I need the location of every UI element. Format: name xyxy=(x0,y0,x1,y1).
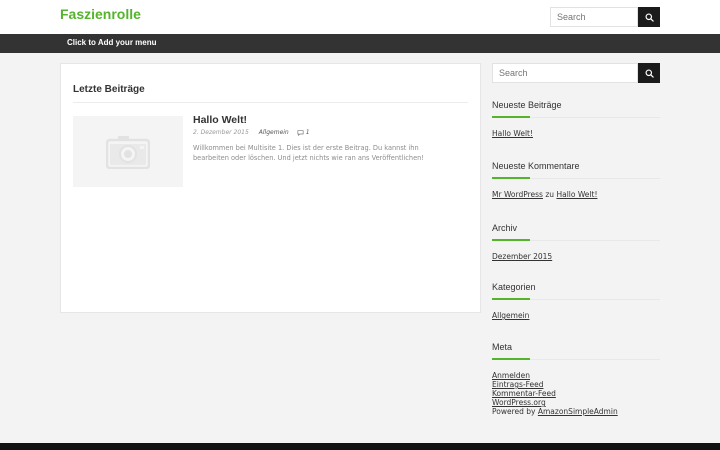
post-thumbnail[interactable] xyxy=(73,116,183,187)
post-date-link[interactable]: 2. Dezember 2015 xyxy=(193,129,249,136)
recent-post-link[interactable]: Hallo Welt! xyxy=(492,129,660,138)
widget-recent-comments: Neueste Kommentare Mr WordPress zu Hallo… xyxy=(492,161,660,199)
search-icon xyxy=(644,68,654,78)
widget-title: Archiv xyxy=(492,223,518,233)
meta-entries-feed-link[interactable]: Eintrags-Feed xyxy=(492,380,660,389)
header-search-button[interactable] xyxy=(638,7,660,27)
widget-divider xyxy=(492,239,660,241)
site-header: Faszienrolle xyxy=(0,0,720,34)
widget-categories: Kategorien Allgemein xyxy=(492,282,660,320)
comment-connector: zu xyxy=(545,190,555,199)
post-meta: 2. Dezember 2015 Allgemein 1 xyxy=(193,129,310,136)
comment-icon xyxy=(297,129,304,136)
section-divider xyxy=(73,102,468,103)
widget-recent-posts: Neueste Beiträge Hallo Welt! xyxy=(492,100,660,138)
recent-comment-entry: Mr WordPress zu Hallo Welt! xyxy=(492,190,660,199)
widget-divider xyxy=(492,358,660,360)
recent-posts-panel: Letzte Beiträge Hallo Welt! 2. Dezember … xyxy=(60,63,481,313)
meta-wordpress-link[interactable]: WordPress.org xyxy=(492,398,660,407)
widget-meta: Meta Anmelden Eintrags-Feed Kommentar-Fe… xyxy=(492,342,660,416)
meta-comments-feed-link[interactable]: Kommentar-Feed xyxy=(492,389,660,398)
comment-author-link[interactable]: Mr WordPress xyxy=(492,190,543,199)
sidebar-search-button[interactable] xyxy=(638,63,660,83)
widget-title: Meta xyxy=(492,342,513,352)
section-title: Letzte Beiträge xyxy=(73,84,145,95)
search-icon xyxy=(644,12,654,22)
widget-divider xyxy=(492,116,660,118)
widget-title: Kategorien xyxy=(492,282,536,292)
site-footer xyxy=(0,443,720,450)
widget-divider xyxy=(492,298,660,300)
sidebar-search-input[interactable] xyxy=(492,63,638,83)
comment-post-link[interactable]: Hallo Welt! xyxy=(556,190,597,199)
widget-divider xyxy=(492,177,660,179)
powered-by: Powered by AmazonSimpleAdmin xyxy=(492,407,660,416)
post-comments-link[interactable]: 1 xyxy=(297,129,310,136)
header-search-input[interactable] xyxy=(550,7,638,27)
category-link[interactable]: Allgemein xyxy=(492,311,660,320)
header-search-form xyxy=(550,7,660,27)
sidebar-search-form xyxy=(492,63,660,83)
main-navigation: Click to Add your menu xyxy=(0,34,720,53)
post-category-link[interactable]: Allgemein xyxy=(259,129,289,136)
archive-link[interactable]: Dezember 2015 xyxy=(492,252,660,261)
widget-archive: Archiv Dezember 2015 xyxy=(492,223,660,261)
widget-title: Neueste Beiträge xyxy=(492,100,562,110)
post-title-link[interactable]: Hallo Welt! xyxy=(193,114,247,126)
site-title[interactable]: Faszienrolle xyxy=(60,6,141,22)
widget-title: Neueste Kommentare xyxy=(492,161,580,171)
post-excerpt: Willkommen bei Multisite 1. Dies ist der… xyxy=(193,144,424,162)
camera-icon xyxy=(106,135,150,169)
meta-login-link[interactable]: Anmelden xyxy=(492,371,660,380)
post-comments-count: 1 xyxy=(305,129,310,136)
add-menu-link[interactable]: Click to Add your menu xyxy=(67,38,157,47)
powered-by-prefix: Powered by xyxy=(492,407,536,416)
powered-by-link[interactable]: AmazonSimpleAdmin xyxy=(538,407,618,416)
